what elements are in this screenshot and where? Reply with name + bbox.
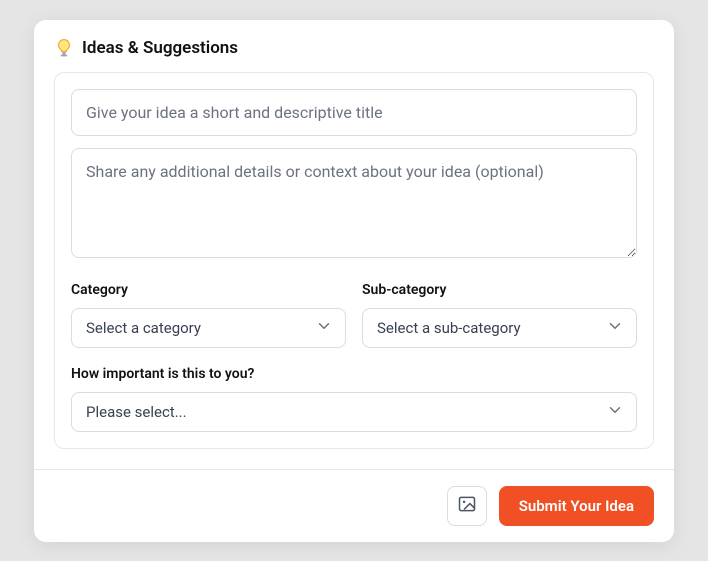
chevron-down-icon (606, 401, 624, 423)
category-select[interactable]: Select a category (71, 308, 346, 348)
subcategory-select[interactable]: Select a sub-category (362, 308, 637, 348)
lightbulb-icon (54, 38, 74, 58)
category-row: Category Select a category Sub-category … (71, 282, 637, 348)
importance-field: How important is this to you? Please sel… (71, 366, 637, 432)
card-footer: Submit Your Idea (34, 469, 674, 542)
chevron-down-icon (315, 317, 333, 339)
importance-label: How important is this to you? (71, 366, 637, 382)
importance-select[interactable]: Please select... (71, 392, 637, 432)
card-title: Ideas & Suggestions (82, 38, 238, 58)
ideas-form-card: Ideas & Suggestions Category Select a ca… (34, 20, 674, 542)
category-field: Category Select a category (71, 282, 346, 348)
chevron-down-icon (606, 317, 624, 339)
card-body: Category Select a category Sub-category … (34, 72, 674, 469)
subcategory-select-value: Select a sub-category (377, 319, 521, 337)
subcategory-label: Sub-category (362, 282, 637, 298)
category-label: Category (71, 282, 346, 298)
card-header: Ideas & Suggestions (34, 20, 674, 72)
importance-select-value: Please select... (86, 403, 187, 421)
form-box: Category Select a category Sub-category … (54, 72, 654, 449)
idea-details-textarea[interactable] (71, 148, 637, 258)
attach-image-button[interactable] (447, 486, 487, 526)
idea-title-input[interactable] (71, 89, 637, 136)
subcategory-field: Sub-category Select a sub-category (362, 282, 637, 348)
submit-button[interactable]: Submit Your Idea (499, 486, 654, 526)
image-icon (457, 494, 477, 517)
category-select-value: Select a category (86, 319, 201, 337)
